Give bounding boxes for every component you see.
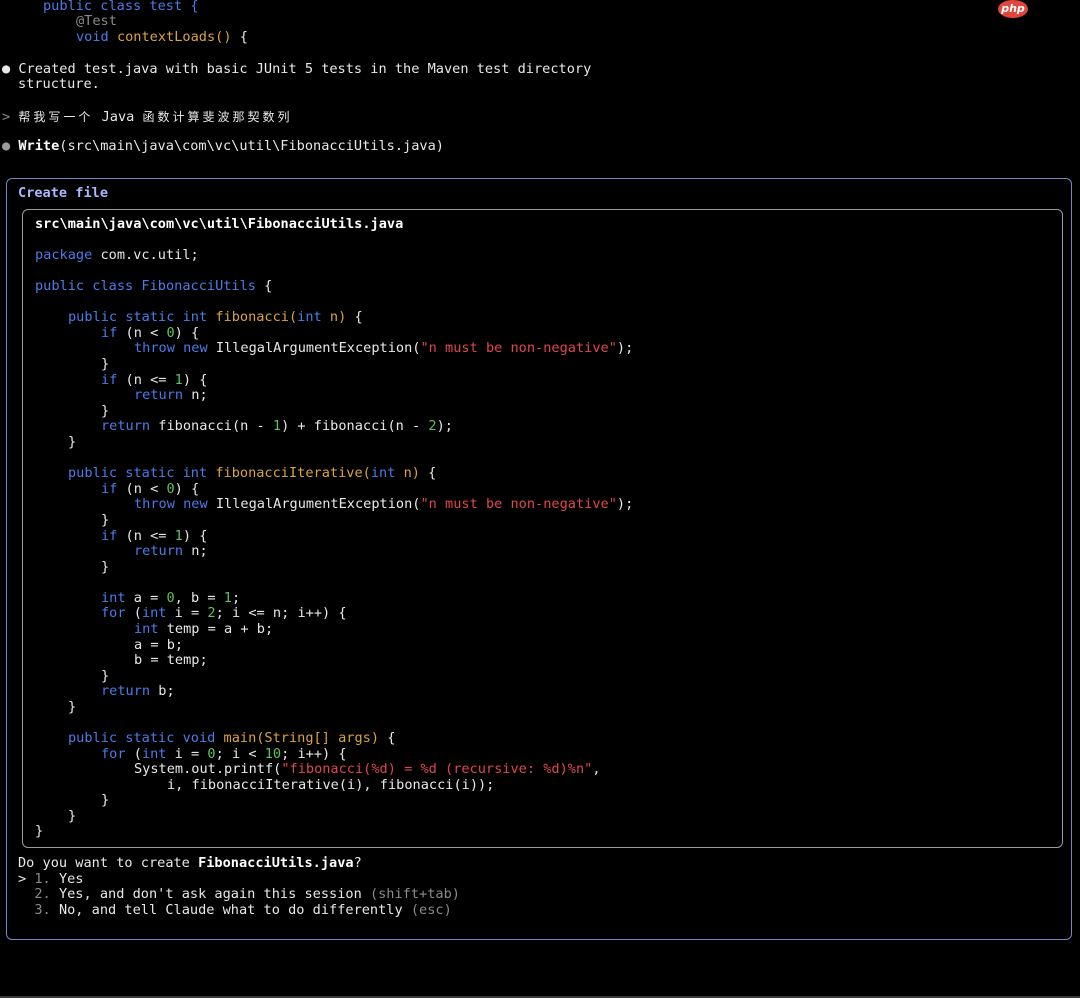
code-text: @Test — [76, 13, 117, 29]
code-annotation: @Test — [76, 13, 117, 29]
code-line-package: package com.vc.util; — [35, 247, 199, 263]
code-line: throw new IllegalArgumentException("n mu… — [134, 496, 634, 512]
code-text: com.vc.util; — [92, 247, 199, 263]
option-shortcut-hint: (esc) — [410, 902, 452, 918]
option-label: No, and tell Claude what to do different… — [58, 902, 411, 918]
create-question: Do you want to create FibonacciUtils.jav… — [18, 855, 362, 871]
code-line: return n; — [134, 543, 208, 559]
code-function: contextLoads() — [116, 29, 232, 45]
code-text: public class test { — [43, 0, 199, 14]
option-number: 2. — [34, 886, 51, 902]
code-class-declaration: public class test { — [43, 0, 199, 14]
assistant-message-cont: structure. — [18, 76, 100, 92]
question-text: Do you want to create — [18, 855, 199, 871]
code-keyword: void — [76, 29, 109, 45]
code-line: } — [101, 403, 110, 419]
code-line-fib-decl: public static int fibonacci(int n) { — [68, 309, 363, 325]
code-line: int a = 0, b = 1; — [101, 590, 241, 606]
option-shortcut-hint: (shift+tab) — [369, 886, 460, 902]
question-filename: FibonacciUtils.java — [198, 855, 354, 871]
message-text: Created test.java with basic JUnit 5 tes… — [18, 61, 592, 77]
code-line-main-decl: public static void main(String[] args) { — [68, 730, 396, 746]
code-line: } — [101, 356, 110, 372]
code-text: { — [231, 29, 248, 45]
message-text: structure. — [18, 76, 100, 92]
code-line: a = b; — [134, 637, 184, 653]
code-line: for (int i = 0; i < 10; i++) { — [101, 746, 347, 762]
code-line: return n; — [134, 387, 208, 403]
code-line: if (n < 0) { — [101, 481, 200, 497]
code-line-class: public class FibonacciUtils { — [35, 278, 272, 294]
code-line: } — [101, 512, 110, 528]
code-line: b = temp; — [134, 652, 208, 668]
assistant-message: ● Created test.java with basic JUnit 5 t… — [2, 61, 591, 77]
tool-path: (src\main\java\com\vc\util\FibonacciUtil… — [59, 138, 444, 154]
code-keyword: public class — [35, 278, 134, 294]
code-text: { — [255, 278, 273, 294]
user-prompt: > 帮我写一个 Java 函数计算斐波那契数列 — [2, 109, 293, 125]
code-line: for (int i = 2; i <= n; i++) { — [101, 605, 347, 621]
code-line: } — [101, 559, 110, 575]
code-function: n) — [321, 309, 347, 325]
code-line: } — [35, 823, 44, 839]
code-function: fibonacci( — [215, 309, 298, 325]
write-tool-call: ● Write(src\main\java\com\vc\util\Fibona… — [2, 138, 444, 154]
code-line: if (n < 0) { — [101, 325, 200, 341]
code-classname: FibonacciUtils — [141, 278, 256, 294]
option-yes[interactable]: > 1. Yes — [18, 871, 84, 887]
option-label: Yes — [58, 871, 84, 887]
code-line: if (n <= 1) { — [101, 528, 208, 544]
file-path-text: src\main\java\com\vc\util\FibonacciUtils… — [35, 216, 404, 232]
php-logo-badge: php — [998, 0, 1028, 18]
code-line-fibit-decl: public static int fibonacciIterative(int… — [68, 465, 437, 481]
option-yes-dont-ask[interactable]: 2. Yes, and don't ask again this session… — [18, 886, 460, 902]
code-line: } — [68, 434, 77, 450]
code-line: int temp = a + b; — [134, 621, 274, 637]
code-line: } — [101, 792, 110, 808]
dialog-title-text: Create file — [18, 185, 109, 201]
selection-cursor: > — [18, 871, 27, 887]
code-line: } — [101, 668, 110, 684]
code-line: } — [68, 699, 77, 715]
option-label: Yes, and don't ask again this session — [58, 886, 370, 902]
dialog-title: Create file — [18, 185, 108, 201]
code-line: i, fibonacciIterative(i), fibonacci(i)); — [167, 777, 495, 793]
file-path-header: src\main\java\com\vc\util\FibonacciUtils… — [35, 216, 403, 232]
code-text: { — [346, 309, 363, 325]
code-line: System.out.printf("fibonacci(%d) = %d (r… — [134, 761, 601, 777]
code-line: if (n <= 1) { — [101, 372, 208, 388]
tool-name: Write — [18, 138, 60, 154]
prompt-text: Java — [101, 109, 135, 125]
prompt-text: 函数计算斐波那契数列 — [142, 110, 293, 124]
option-number: 3. — [34, 902, 51, 918]
bullet-icon: ● — [2, 61, 11, 77]
code-keyword: package — [35, 247, 93, 263]
code-line: return fibonacci(n - 1) + fibonacci(n - … — [101, 418, 453, 434]
code-keyword: int — [297, 309, 322, 325]
code-line: } — [68, 808, 77, 824]
option-number: 1. — [34, 871, 51, 887]
question-text: ? — [353, 855, 362, 871]
prompt-symbol: > — [2, 109, 11, 125]
code-keyword: public static int — [68, 309, 208, 325]
option-no-tell-claude[interactable]: 3. No, and tell Claude what to do differ… — [18, 902, 452, 918]
prompt-text: 帮我写一个 — [18, 110, 94, 124]
code-line: return b; — [101, 683, 175, 699]
code-method-declaration: void contextLoads() { — [76, 29, 248, 45]
code-line: throw new IllegalArgumentException("n mu… — [134, 340, 634, 356]
bullet-icon: ● — [2, 138, 11, 154]
